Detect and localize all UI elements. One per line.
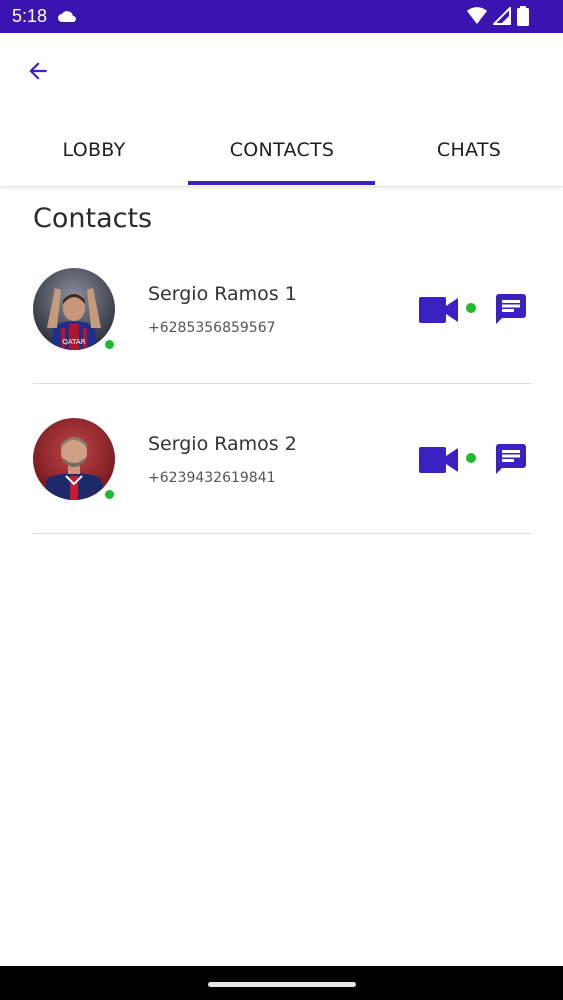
home-gesture-handle[interactable] [208,982,356,987]
tab-contacts[interactable]: CONTACTS [188,113,376,187]
online-status-dot [104,339,115,350]
chat-button[interactable] [493,291,529,327]
chat-icon [496,294,526,324]
avatar: QATAR [33,268,115,350]
contact-name: Sergio Ramos 2 [148,433,297,455]
contact-list-item[interactable]: Sergio Ramos 2 +6239432619841 [33,400,531,550]
system-nav-bar [0,966,563,1000]
video-call-button[interactable] [419,296,459,324]
video-call-icon [419,447,458,473]
status-time: 5:18 [12,6,48,26]
video-online-dot [466,303,476,313]
cloud-icon [58,11,76,22]
chat-button[interactable] [493,441,529,477]
status-bar: 5:18 [0,0,563,33]
video-online-dot [466,453,476,463]
page-title: Contacts [33,203,153,234]
tab-chats[interactable]: CHATS [375,113,563,187]
battery-icon [517,6,529,26]
video-call-icon [419,297,458,323]
online-status-dot [104,489,115,500]
contact-list-item[interactable]: QATAR Sergio Ramos 1 +6285356859567 [33,250,531,400]
back-button[interactable] [22,55,54,87]
svg-text:QATAR: QATAR [62,338,85,346]
divider [33,533,531,534]
avatar [33,418,115,500]
tab-bar: LOBBY CONTACTS CHATS [0,113,563,187]
chat-icon [496,444,526,474]
divider [33,383,531,384]
contact-name: Sergio Ramos 1 [148,283,297,305]
contact-phone: +6285356859567 [148,320,276,336]
contact-phone: +6239432619841 [148,470,276,486]
video-call-button[interactable] [419,446,459,474]
tab-lobby[interactable]: LOBBY [0,113,188,187]
tab-indicator [188,181,375,185]
wifi-icon [467,7,487,24]
signal-icon [493,7,511,25]
app-bar [0,33,563,113]
back-arrow-icon [29,62,47,80]
